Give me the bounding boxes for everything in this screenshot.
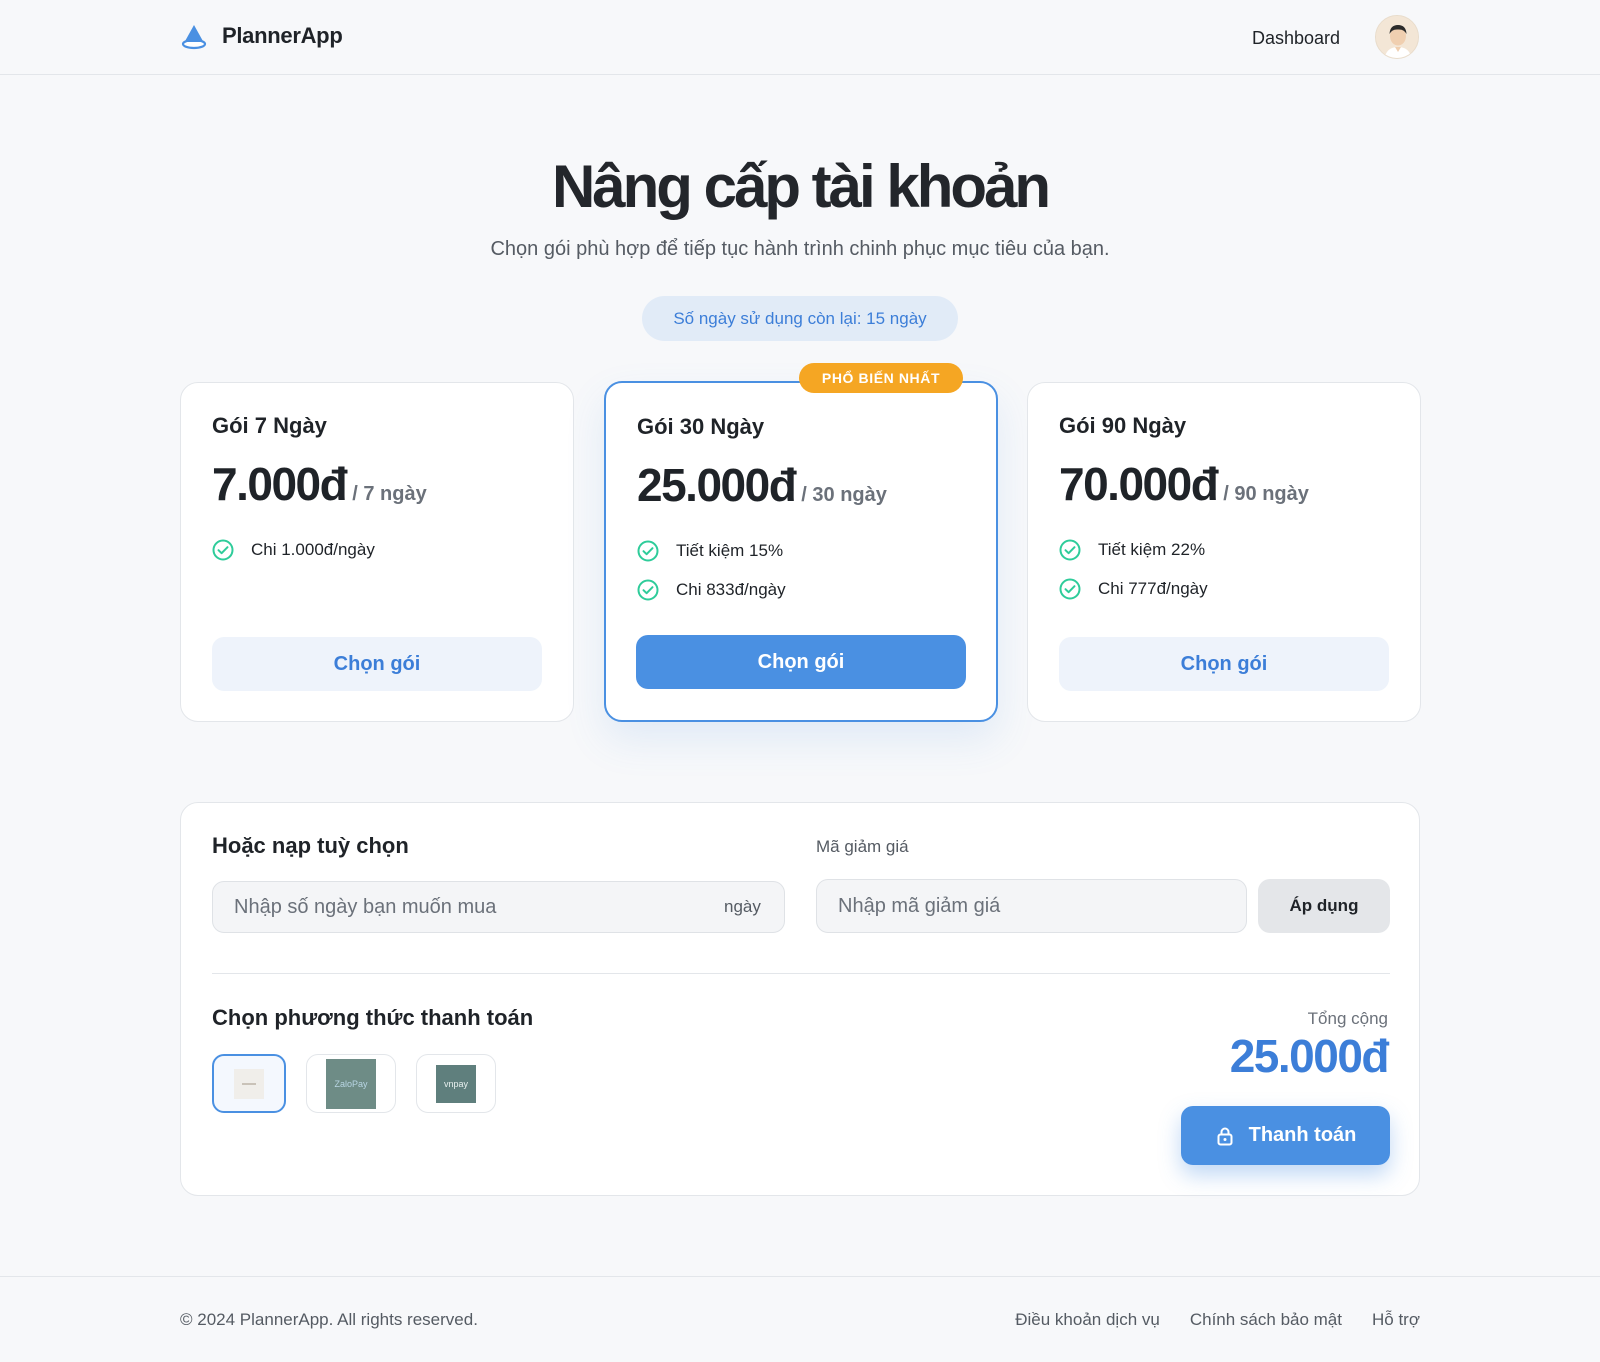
plan-name: Gói 90 Ngày [1059, 413, 1187, 438]
plan-card-30-days: PHỔ BIẾN NHẤT Gói 30 Ngày 25.000đ / 30 n… [604, 363, 998, 722]
plan-feature-text: Chi 777đ/ngày [1098, 579, 1208, 598]
plan-price: 25.000đ / 30 ngày [637, 458, 887, 512]
zalopay-logo-text: ZaloPay [334, 1078, 368, 1089]
total-amount: 25.000đ [1229, 1030, 1390, 1082]
plan-card-7-days: Gói 7 Ngày 7.000đ / 7 ngày Chi 1.000đ/ng… [180, 382, 574, 722]
plan-price: 70.000đ / 90 ngày [1059, 457, 1309, 511]
plan-price-period: / 30 ngày [801, 484, 887, 506]
total-label: Tổng cộng [1307, 1009, 1388, 1028]
app-logo[interactable]: PlannerApp [180, 22, 343, 50]
plan-price-amount: 7.000đ [212, 458, 348, 510]
plan-card-90-days: Gói 90 Ngày 70.000đ / 90 ngày Tiết kiệm … [1027, 382, 1421, 722]
check-circle-icon [637, 540, 659, 562]
footer-link-privacy[interactable]: Chính sách bảo mật [1190, 1310, 1342, 1330]
plan-feature: Tiết kiệm 15% [637, 540, 783, 562]
plan-feature: Chi 1.000đ/ngày [212, 539, 375, 561]
coupon-input[interactable] [816, 879, 1247, 933]
days-unit-suffix: ngày [724, 897, 761, 916]
payment-method-zalopay[interactable]: ZaloPay [306, 1054, 396, 1113]
custom-topup-title: Hoặc nạp tuỳ chọn [212, 833, 409, 858]
plan-price: 7.000đ / 7 ngày [212, 457, 427, 511]
lock-icon [1217, 1127, 1233, 1145]
page-footer: © 2024 PlannerApp. All rights reserved. … [0, 1276, 1600, 1362]
choose-plan-7-button[interactable]: Chọn gói [212, 637, 542, 691]
check-circle-icon [212, 539, 234, 561]
plan-price-amount: 25.000đ [637, 459, 797, 511]
footer-link-support[interactable]: Hỗ trợ [1372, 1310, 1420, 1330]
plan-name: Gói 30 Ngày [637, 414, 765, 439]
checkout-pay-button[interactable]: Thanh toán [1181, 1106, 1390, 1165]
copyright-text: © 2024 PlannerApp. All rights reserved. [180, 1310, 478, 1329]
zalopay-logo-icon: ZaloPay [326, 1058, 376, 1109]
plan-price-period: / 90 ngày [1223, 483, 1309, 505]
check-circle-icon [637, 579, 659, 601]
checkout-panel: Hoặc nạp tuỳ chọn ngày Mã giảm giá Áp dụ… [180, 802, 1420, 1196]
payment-method-momo[interactable] [212, 1054, 286, 1113]
choose-plan-90-button[interactable]: Chọn gói [1059, 637, 1389, 691]
section-divider [212, 973, 1390, 974]
plan-name: Gói 7 Ngày [212, 413, 327, 438]
nav-dashboard-link[interactable]: Dashboard [1252, 28, 1340, 49]
page-title: Nâng cấp tài khoản [551, 153, 1051, 220]
popular-badge: PHỔ BIẾN NHẤT [799, 363, 963, 393]
plan-feature: Chi 777đ/ngày [1059, 578, 1208, 600]
app-name: PlannerApp [222, 23, 343, 48]
apply-coupon-button[interactable]: Áp dụng [1258, 879, 1390, 933]
momo-logo-icon [234, 1068, 264, 1099]
footer-link-terms[interactable]: Điều khoản dịch vụ [1015, 1310, 1160, 1330]
payment-method-title: Chọn phương thức thanh toán [212, 1005, 534, 1030]
coupon-label: Mã giảm giá [816, 837, 909, 856]
plan-feature-text: Tiết kiệm 15% [676, 541, 784, 560]
days-remaining-badge: Số ngày sử dụng còn lại: 15 ngày [642, 296, 958, 341]
plan-feature: Chi 833đ/ngày [637, 579, 786, 601]
pay-button-label: Thanh toán [1248, 1124, 1357, 1146]
user-avatar[interactable] [1375, 15, 1419, 59]
check-circle-icon [1059, 578, 1081, 600]
plan-feature-text: Tiết kiệm 22% [1098, 540, 1206, 559]
top-navbar: PlannerApp Dashboard [0, 0, 1600, 75]
custom-days-input[interactable] [212, 881, 785, 933]
check-circle-icon [1059, 539, 1081, 561]
vnpay-logo-icon: vnpay [436, 1064, 476, 1103]
planner-logo-icon [181, 25, 207, 50]
user-avatar-icon [1376, 16, 1418, 58]
plan-feature-text: Chi 1.000đ/ngày [251, 540, 375, 559]
vnpay-logo-text: vnpay [443, 1078, 469, 1089]
plan-feature: Tiết kiệm 22% [1059, 539, 1205, 561]
footer-links: Điều khoản dịch vụ Chính sách bảo mật Hỗ… [1015, 1310, 1420, 1330]
plan-price-amount: 70.000đ [1059, 458, 1219, 510]
choose-plan-30-button[interactable]: Chọn gói [636, 635, 966, 689]
plan-feature-text: Chi 833đ/ngày [676, 580, 786, 599]
page-subtitle: Chọn gói phù hợp để tiếp tục hành trình … [490, 238, 1110, 260]
payment-method-vnpay[interactable]: vnpay [416, 1054, 496, 1113]
plan-price-period: / 7 ngày [352, 483, 427, 505]
